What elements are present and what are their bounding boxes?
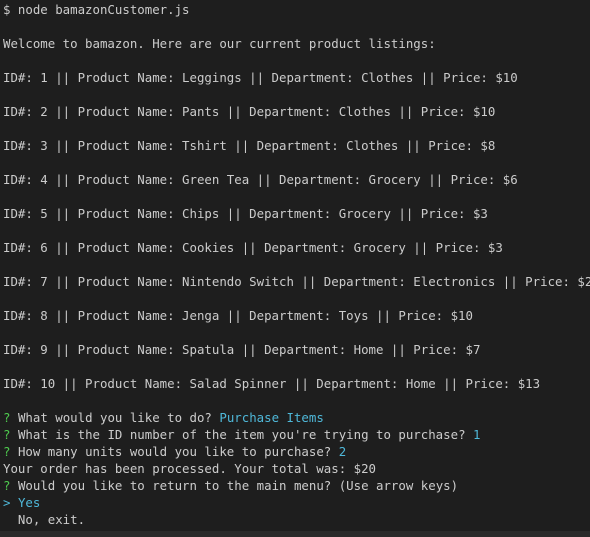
prompt-main-menu: ? Would you like to return to the main m… <box>3 477 458 494</box>
prompt-question: How many units would you like to purchas… <box>17 444 332 459</box>
prompt-question-mark: ? <box>3 410 11 425</box>
order-message: Your order has been processed. Your tota… <box>3 461 376 476</box>
product-line: ID#: 5 || Product Name: Chips || Departm… <box>3 206 488 221</box>
product-line: ID#: 6 || Product Name: Cookies || Depar… <box>3 240 503 255</box>
product-line: ID#: 9 || Product Name: Spatula || Depar… <box>3 342 481 357</box>
product-line: ID#: 7 || Product Name: Nintendo Switch … <box>3 274 590 289</box>
prompt-answer: Purchase Items <box>219 410 324 425</box>
command-line: $ node bamazonCustomer.js <box>3 2 190 17</box>
welcome-line: Welcome to bamazon. Here are our current… <box>3 36 436 51</box>
product-line: ID#: 2 || Product Name: Pants || Departm… <box>3 104 496 119</box>
product-line: ID#: 3 || Product Name: Tshirt || Depart… <box>3 138 496 153</box>
prompt-hint: (Use arrow keys) <box>338 478 459 493</box>
prompt-what-to-do: ? What would you like to do? Purchase It… <box>3 409 324 426</box>
menu-option-exit[interactable]: No, exit. <box>3 511 85 528</box>
product-line: ID#: 1 || Product Name: Leggings || Depa… <box>3 70 518 85</box>
prompt-units: ? How many units would you like to purch… <box>3 443 346 460</box>
prompt-question-mark: ? <box>3 478 11 493</box>
menu-option-label: No, exit. <box>17 512 86 527</box>
pointer-icon: > <box>3 495 11 510</box>
menu-option-yes[interactable]: > Yes <box>3 494 40 511</box>
prompt-question-mark: ? <box>3 444 11 459</box>
product-line: ID#: 8 || Product Name: Jenga || Departm… <box>3 308 473 323</box>
prompt-question: Would you like to return to the main men… <box>17 478 332 493</box>
terminal-bottom-edge <box>0 531 590 537</box>
product-line: ID#: 10 || Product Name: Salad Spinner |… <box>3 376 541 391</box>
menu-option-label: Yes <box>17 495 41 510</box>
prompt-question-mark: ? <box>3 427 11 442</box>
prompt-item-id: ? What is the ID number of the item you'… <box>3 426 480 443</box>
product-line: ID#: 4 || Product Name: Green Tea || Dep… <box>3 172 518 187</box>
terminal-window[interactable]: $ node bamazonCustomer.js Welcome to bam… <box>0 0 590 537</box>
prompt-question: What would you like to do? <box>17 410 212 425</box>
prompt-answer: 1 <box>473 427 481 442</box>
prompt-question: What is the ID number of the item you're… <box>17 427 466 442</box>
prompt-answer: 2 <box>338 444 347 459</box>
